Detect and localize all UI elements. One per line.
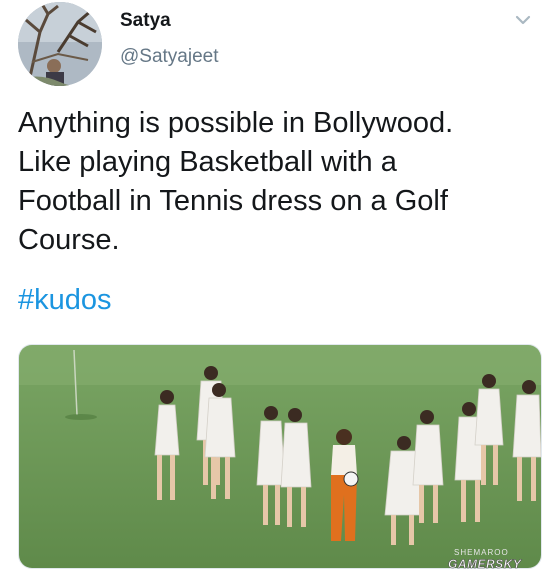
tweet-media-photo[interactable] [18, 344, 542, 569]
watermark-shemaroo: SHEMAROO [454, 548, 509, 557]
avatar[interactable] [18, 2, 102, 86]
avatar-image [18, 2, 102, 86]
tweet-text-line: Football in Tennis dress on a Golf [18, 185, 448, 217]
tweet-text-line: Course. [18, 224, 120, 256]
tweet-text-line: Anything is possible in Bollywood. [18, 107, 454, 139]
hashtag-link[interactable]: #kudos [18, 281, 112, 320]
watermark-gamersky: GAMERSKY [448, 557, 522, 572]
photo-scene [19, 345, 541, 568]
tweet-text-line: Like playing Basketball with a [18, 146, 397, 178]
tweet-text: Anything is possible in Bollywood. Like … [18, 104, 543, 260]
author-display-name[interactable]: Satya [120, 10, 171, 32]
chevron-down-icon[interactable] [510, 10, 536, 30]
author-handle[interactable]: @Satyajeet [120, 46, 219, 68]
tweet-card: Satya @Satyajeet Anything is possible in… [0, 0, 550, 577]
